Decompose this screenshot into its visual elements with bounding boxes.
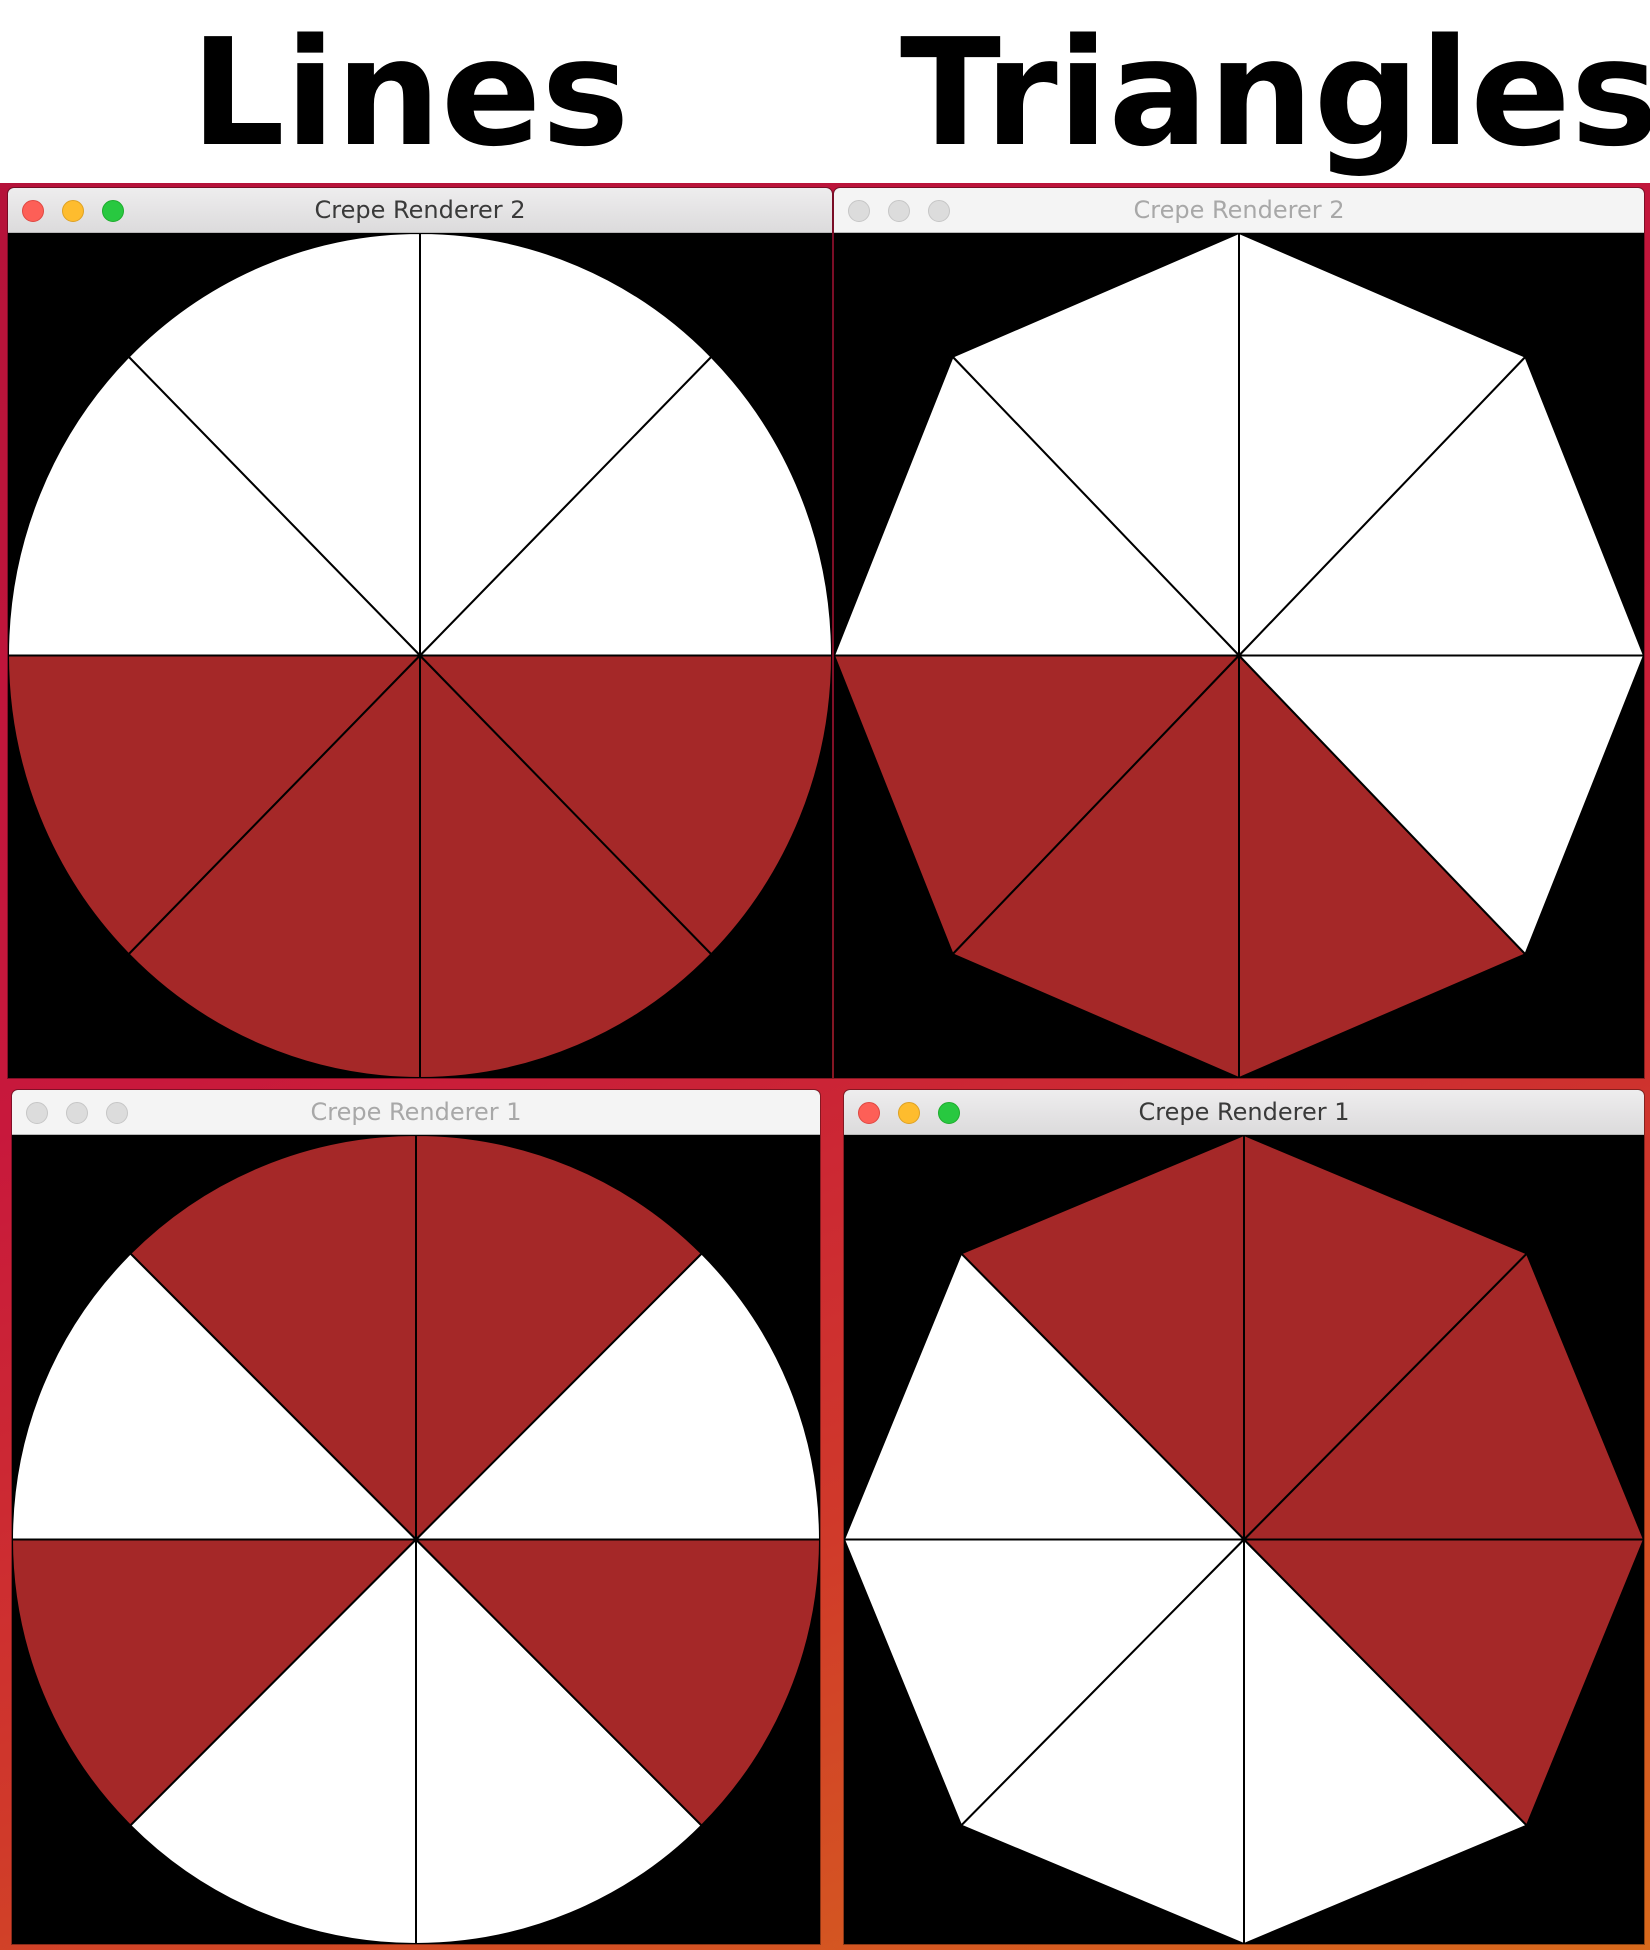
render-svg xyxy=(834,233,1644,1078)
render-canvas xyxy=(834,233,1644,1078)
render-svg xyxy=(8,233,832,1078)
window-title: Crepe Renderer 1 xyxy=(310,1098,522,1126)
window-title: Crepe Renderer 2 xyxy=(1133,196,1345,224)
render-canvas xyxy=(12,1135,820,1944)
render-canvas xyxy=(8,233,832,1078)
titlebar[interactable]: Crepe Renderer 2 xyxy=(834,188,1644,233)
render-canvas xyxy=(844,1135,1644,1944)
render-svg xyxy=(844,1135,1644,1944)
heading-lines: Lines xyxy=(190,7,630,179)
heading-triangles: Triangles xyxy=(900,7,1650,179)
render-svg xyxy=(12,1135,820,1944)
titlebar[interactable]: Crepe Renderer 1 xyxy=(844,1090,1644,1135)
titlebar[interactable]: Crepe Renderer 2 xyxy=(8,188,832,233)
window-lines-bottom[interactable]: Crepe Renderer 1 xyxy=(12,1090,820,1944)
window-title: Crepe Renderer 1 xyxy=(1138,1098,1350,1126)
window-triangles-top[interactable]: Crepe Renderer 2 xyxy=(834,188,1644,1078)
window-triangles-bottom[interactable]: Crepe Renderer 1 xyxy=(844,1090,1644,1944)
titlebar[interactable]: Crepe Renderer 1 xyxy=(12,1090,820,1135)
window-title: Crepe Renderer 2 xyxy=(314,196,526,224)
window-lines-top[interactable]: Crepe Renderer 2 xyxy=(8,188,832,1078)
